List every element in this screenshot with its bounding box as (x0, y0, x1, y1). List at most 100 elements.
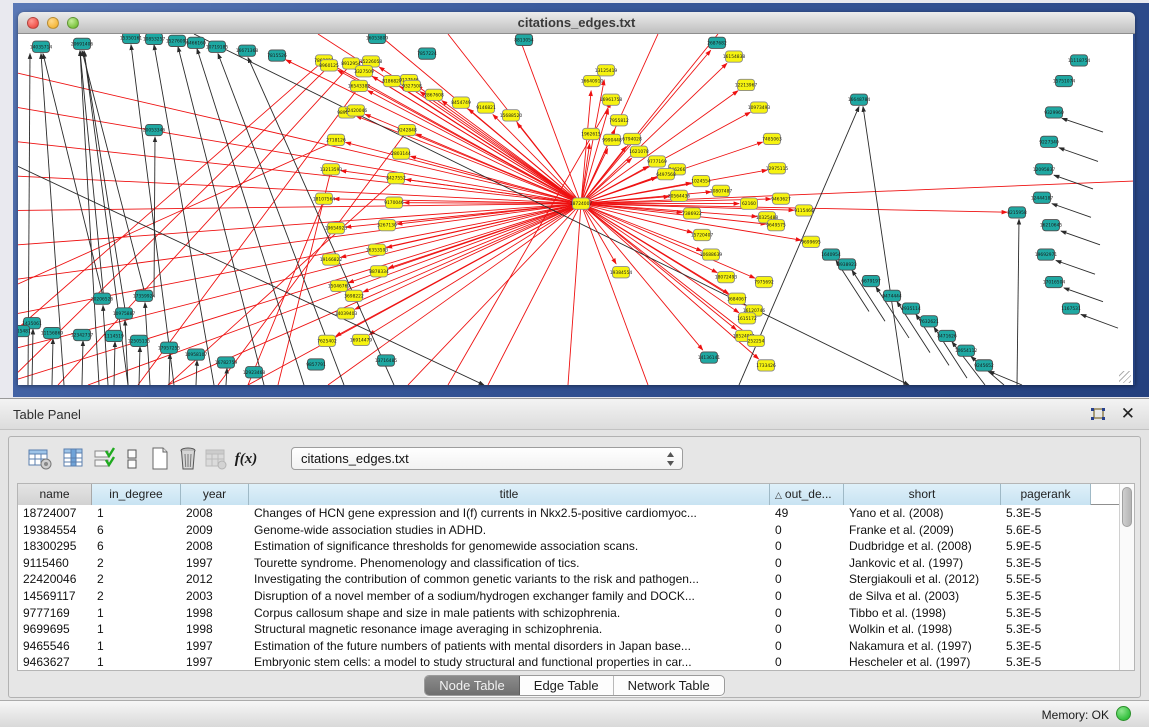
paper-node-yellow[interactable]: 19654923 (325, 222, 348, 233)
table-row[interactable]: 911546021997Tourette syndrome. Phenomeno… (18, 555, 1119, 572)
paper-node-teal[interactable]: 16782759 (215, 357, 238, 368)
paper-node-teal[interactable]: 8471626 (937, 330, 957, 341)
paper-node-yellow[interactable]: 9327508 (402, 80, 422, 91)
paper-node-teal[interactable]: 12095837 (1033, 164, 1056, 175)
paper-node-yellow[interactable]: 10688639 (700, 249, 723, 260)
paper-node-yellow[interactable]: 18107564 (313, 193, 336, 204)
paper-node-yellow[interactable]: 19384554 (610, 267, 633, 278)
paper-node-yellow[interactable]: 22420046 (345, 105, 368, 116)
paper-node-teal[interactable]: 2687682 (707, 37, 727, 48)
paper-node-yellow[interactable]: 6794028 (622, 133, 642, 144)
paper-node-teal[interactable]: 3915481 (18, 325, 31, 336)
column-header-year[interactable]: year (181, 484, 249, 505)
paper-node-yellow[interactable]: 1024554 (691, 175, 711, 186)
paper-node-yellow[interactable]: 16961758 (600, 94, 623, 105)
paper-node-teal[interactable]: 12342737 (71, 329, 94, 340)
paper-node-yellow[interactable]: 16543382 (348, 80, 371, 91)
paper-node-teal[interactable]: 12444187 (1031, 192, 1054, 203)
paper-node-teal[interactable]: 9329960 (1044, 107, 1064, 118)
column-header-in_degree[interactable]: in_degree (92, 484, 181, 505)
paper-node-yellow[interactable]: 7625402 (317, 335, 337, 346)
paper-node-teal[interactable]: 8215958 (1007, 207, 1027, 218)
paper-node-teal[interactable]: 16053809 (366, 34, 389, 44)
table-settings-icon[interactable] (25, 444, 55, 474)
paper-node-teal[interactable]: 16648784 (848, 94, 871, 105)
tab-network-table[interactable]: Network Table (614, 676, 724, 695)
paper-node-teal[interactable]: 17016504 (1043, 276, 1066, 287)
import-table-icon[interactable] (201, 444, 231, 474)
paper-node-yellow[interactable]: 7955812 (609, 115, 629, 126)
paper-node-teal[interactable]: 1640954 (821, 249, 841, 260)
paper-node-yellow[interactable]: 8878334 (369, 266, 389, 277)
network-canvas[interactable]: 1403571420691406153501611085325715276097… (18, 34, 1133, 385)
paper-node-yellow[interactable]: 8427552 (386, 172, 406, 183)
paper-node-yellow[interactable]: 3327509 (354, 66, 374, 77)
paper-node-yellow[interactable]: 10973493 (748, 102, 771, 113)
table-row[interactable]: 1872400712008Changes of HCN gene express… (18, 505, 1119, 522)
table-row[interactable]: 1830029562008Estimation of significance … (18, 538, 1119, 555)
paper-node-teal[interactable]: 10654112 (955, 345, 978, 356)
paper-node-teal[interactable]: 8813054 (514, 34, 534, 45)
paper-node-yellow[interactable]: 16353593 (366, 244, 389, 255)
table-row[interactable]: 946362711997Embryonic stem cells: a mode… (18, 654, 1119, 671)
delete-table-icon[interactable] (173, 444, 203, 474)
paper-node-yellow[interactable]: 1733426 (756, 360, 776, 371)
paper-node-teal[interactable]: 7815526 (267, 50, 287, 61)
paper-node-teal[interactable]: 6679197 (861, 275, 881, 286)
paper-node-yellow[interactable]: 14039403 (335, 308, 358, 319)
paper-node-teal[interactable]: 7857224 (417, 48, 437, 59)
paper-node-yellow[interactable]: 19166822 (320, 254, 343, 265)
paper-node-teal[interactable]: 9245652 (974, 360, 994, 371)
paper-node-teal[interactable]: 10719185 (206, 41, 229, 52)
paper-node-teal[interactable]: 9857791 (306, 359, 326, 370)
paper-node-teal[interactable]: 20206526 (91, 293, 114, 304)
paper-node-teal[interactable]: 15751074 (1053, 75, 1076, 86)
select-rows-icon[interactable] (89, 444, 119, 474)
paper-node-yellow[interactable]: 9990448 (602, 134, 622, 145)
column-header-name[interactable]: name (18, 484, 92, 505)
paper-node-yellow[interactable]: 16154838 (723, 51, 746, 62)
new-table-icon[interactable] (145, 444, 175, 474)
paper-node-teal[interactable]: 17359924 (133, 290, 156, 301)
paper-node-yellow[interactable]: 3698222 (344, 290, 364, 301)
paper-node-yellow[interactable]: 252254 (748, 335, 765, 346)
citation-network-graph[interactable]: 1403571420691406153501611085325715276097… (18, 34, 1133, 385)
paper-node-yellow[interactable]: 10807487 (710, 185, 733, 196)
table-row[interactable]: 969969511998Structural magnetic resonanc… (18, 621, 1119, 638)
paper-node-teal[interactable]: 20691406 (71, 38, 94, 49)
paper-node-teal[interactable]: 14035714 (30, 41, 53, 52)
paper-node-teal[interactable]: 15276097 (166, 35, 189, 46)
column-edit-icon[interactable] (59, 444, 89, 474)
paper-node-yellow[interactable]: 20564436 (668, 190, 691, 201)
paper-node-teal[interactable]: 10853257 (143, 34, 166, 45)
paper-node-yellow[interactable]: 2803144 (391, 148, 411, 159)
paper-node-teal[interactable]: 20053346 (143, 124, 166, 135)
table-row[interactable]: 1938455462009Genome-wide association stu… (18, 522, 1119, 539)
paper-node-yellow[interactable]: 1621078 (629, 146, 649, 157)
paper-node-teal[interactable]: 13716485 (375, 355, 398, 366)
paper-node-teal[interactable]: 16210645 (1040, 220, 1063, 231)
paper-node-yellow[interactable]: 9649575 (766, 220, 786, 231)
paper-node-yellow[interactable]: 2718126 (326, 134, 346, 145)
table-row[interactable]: 946554611997Estimation of the future num… (18, 638, 1119, 655)
window-titlebar[interactable]: citations_edges.txt (18, 12, 1135, 34)
paper-node-yellow[interactable]: 3684067 (727, 293, 747, 304)
paper-node-teal[interactable]: 10958107 (185, 349, 208, 360)
paper-node-yellow[interactable]: 9146821 (476, 102, 496, 113)
paper-node-teal[interactable]: 6466160 (186, 37, 206, 48)
paper-node-teal[interactable]: 2935114 (901, 303, 921, 314)
canvas-resize-grip[interactable] (1119, 371, 1131, 383)
paper-node-teal[interactable]: 9227340 (1039, 136, 1059, 147)
paper-node-yellow[interactable]: 9115460 (794, 205, 814, 216)
close-panel-icon[interactable]: ✕ (1121, 404, 1135, 424)
paper-node-yellow[interactable]: 12975115 (766, 163, 789, 174)
paper-node-teal[interactable]: 8938923 (837, 259, 857, 270)
column-header-out_de[interactable]: △out_de... (770, 484, 844, 505)
paper-node-teal[interactable]: 11156869 (41, 327, 64, 338)
paper-node-yellow[interactable]: 6497568 (656, 169, 676, 180)
paper-node-yellow[interactable]: 9463627 (771, 193, 791, 204)
paper-node-teal[interactable]: 17957255 (158, 342, 181, 353)
paper-node-yellow[interactable]: 9170046 (384, 197, 404, 208)
paper-node-yellow[interactable]: 12213967 (735, 79, 758, 90)
paper-node-teal[interactable]: 19692971 (1035, 249, 1058, 260)
